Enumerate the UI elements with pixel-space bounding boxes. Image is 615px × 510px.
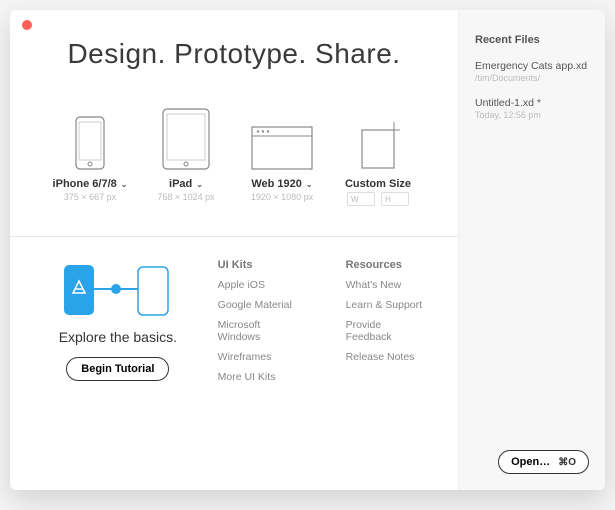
uikit-link[interactable]: Microsoft Windows xyxy=(218,319,306,343)
preset-custom[interactable]: Custom Size W H xyxy=(330,100,426,206)
start-window: Design. Prototype. Share. iPhone 6/7/8⌄ … xyxy=(10,10,605,490)
uikit-link[interactable]: Google Material xyxy=(218,299,306,311)
ipad-icon xyxy=(162,100,210,170)
custom-size-icon xyxy=(356,100,400,170)
preset-iphone[interactable]: iPhone 6/7/8⌄ 375 × 667 px xyxy=(42,100,138,206)
link-lists: UI Kits Apple iOS Google Material Micros… xyxy=(218,255,430,391)
custom-height-input[interactable]: H xyxy=(381,192,409,206)
resource-link[interactable]: What's New xyxy=(346,279,430,291)
divider xyxy=(10,236,458,237)
shortcut-label: ⌘O xyxy=(558,457,576,468)
chevron-down-icon: ⌄ xyxy=(196,180,203,189)
sidebar: Recent Files Emergency Cats app.xd /tim/… xyxy=(458,10,605,490)
preset-row: iPhone 6/7/8⌄ 375 × 667 px iPad⌄ 768 × 1… xyxy=(38,100,430,206)
resources-column: Resources What's New Learn & Support Pro… xyxy=(346,259,430,391)
explore-section: Explore the basics. Begin Tutorial xyxy=(38,255,198,391)
recent-file[interactable]: Emergency Cats app.xd /tim/Documents/ xyxy=(475,60,589,83)
recent-files-heading: Recent Files xyxy=(475,34,589,46)
begin-tutorial-button[interactable]: Begin Tutorial xyxy=(66,357,169,381)
open-button[interactable]: Open… ⌘O xyxy=(498,450,589,474)
preset-web[interactable]: Web 1920⌄ 1920 × 1080 px xyxy=(234,100,330,206)
resources-heading: Resources xyxy=(346,259,430,271)
chevron-down-icon: ⌄ xyxy=(121,180,128,189)
uikits-heading: UI Kits xyxy=(218,259,306,271)
uikits-column: UI Kits Apple iOS Google Material Micros… xyxy=(218,259,306,391)
explore-title: Explore the basics. xyxy=(59,329,177,345)
resource-link[interactable]: Learn & Support xyxy=(346,299,430,311)
uikit-link[interactable]: Wireframes xyxy=(218,351,306,363)
recent-file[interactable]: Untitled-1.xd * Today, 12:56 pm xyxy=(475,97,589,120)
resource-link[interactable]: Release Notes xyxy=(346,351,430,363)
custom-width-input[interactable]: W xyxy=(347,192,375,206)
uikit-link[interactable]: Apple iOS xyxy=(218,279,306,291)
preset-ipad[interactable]: iPad⌄ 768 × 1024 px xyxy=(138,100,234,206)
chevron-down-icon: ⌄ xyxy=(306,180,313,189)
lower-section: Explore the basics. Begin Tutorial UI Ki… xyxy=(38,255,430,391)
browser-icon xyxy=(251,100,313,170)
explore-illustration xyxy=(58,259,178,319)
close-icon[interactable] xyxy=(22,20,32,30)
iphone-icon xyxy=(75,100,105,170)
uikit-link[interactable]: More UI Kits xyxy=(218,371,306,383)
resource-link[interactable]: Provide Feedback xyxy=(346,319,430,343)
main-panel: Design. Prototype. Share. iPhone 6/7/8⌄ … xyxy=(10,10,458,490)
headline: Design. Prototype. Share. xyxy=(38,38,430,70)
